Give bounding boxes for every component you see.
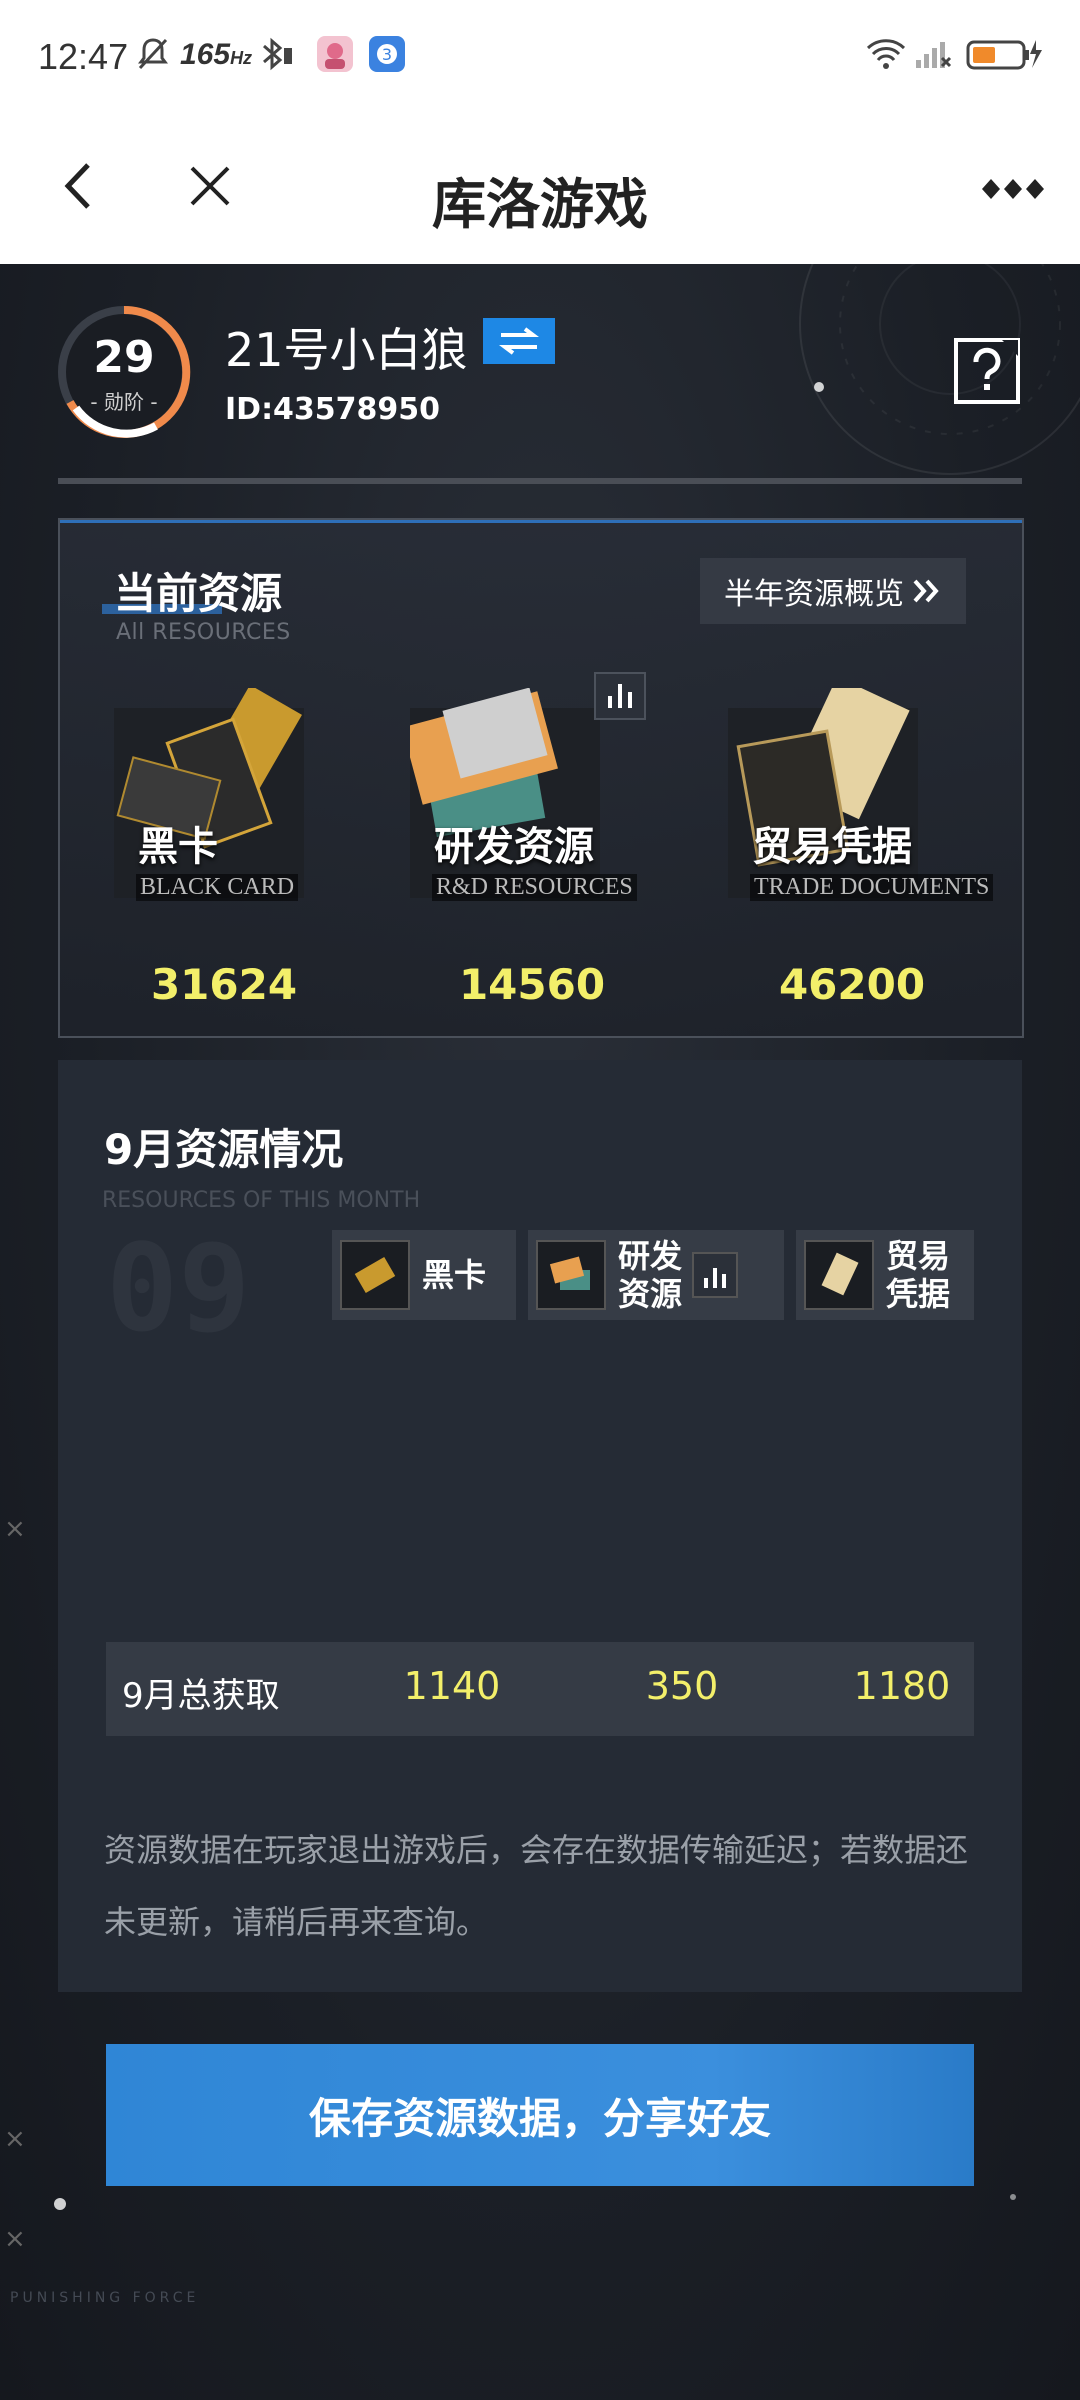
month-total-black-card: 1140: [403, 1664, 501, 1708]
player-id: ID:43578950: [225, 392, 441, 427]
trade-documents-en-label: TRADE DOCUMENTS: [750, 874, 994, 901]
rd-resource-label: 研发资源: [434, 824, 594, 870]
resource-card-black-card: 黑卡 BLACK CARD: [114, 688, 334, 918]
column-header-black-card: 黑卡: [332, 1230, 516, 1320]
signal-icon: [914, 34, 954, 74]
resource-page: × × × 29 - 勋阶 - 21号小白狼 ID:43578950 当前资源 …: [0, 264, 1080, 2400]
current-resources-subtitle: All RESOURCES: [116, 620, 291, 645]
status-time: 12:47: [38, 36, 129, 77]
month-total-row: 9月总获取 1140 350 1180: [106, 1642, 974, 1736]
refresh-rate: 165Hz: [180, 38, 253, 71]
month-total-rd: 350: [645, 1664, 719, 1708]
x-decoration: ×: [4, 2124, 26, 2154]
month-total-label: 9月总获取: [122, 1676, 280, 1716]
black-card-value: 31624: [150, 960, 298, 1009]
svg-text:3: 3: [382, 45, 392, 64]
resource-card-trade: 贸易凭据 TRADE DOCUMENTS: [728, 688, 998, 918]
more-button[interactable]: [978, 172, 1048, 206]
trade-documents-label: 贸易凭据: [752, 824, 912, 870]
overview-button-label: 半年资源概览: [724, 577, 904, 612]
footer-brand: PUNISHING FORCE: [10, 2290, 200, 2306]
battery-icon: [966, 34, 1042, 74]
star-decoration: [1010, 2194, 1016, 2200]
black-card-label: 黑卡: [138, 824, 218, 870]
wifi-icon: [864, 34, 908, 74]
rd-thumb-icon: [536, 1240, 606, 1310]
column-label: 研发 资源: [618, 1237, 683, 1313]
current-resources-panel: 当前资源 All RESOURCES 半年资源概览 黑卡 BLACK CARD …: [58, 518, 1024, 1038]
month-total-trade: 1180: [853, 1664, 951, 1708]
black-card-thumb-icon: [340, 1240, 410, 1310]
month-resources-title: 9月资源情况: [104, 1125, 344, 1174]
month-resources-subtitle: RESOURCES OF THIS MONTH: [102, 1188, 421, 1213]
player-nickname: 21号小白狼: [225, 323, 468, 377]
rd-resource-value: 14560: [458, 960, 606, 1009]
notification-app-icon: 3: [368, 34, 406, 74]
panel-accent-line: [60, 520, 1022, 523]
column-header-trade: 贸易 凭据: [796, 1230, 974, 1320]
star-decoration: [54, 2198, 66, 2210]
resource-card-rd: 研发资源 R&D RESOURCES: [410, 688, 670, 918]
rank-label: - 勋阶 -: [90, 390, 158, 414]
app-avatar-icon: [316, 34, 354, 74]
switch-account-button[interactable]: [483, 318, 555, 364]
data-delay-note: 资源数据在玩家退出游戏后，会存在数据传输延迟；若数据还未更新，请稍后再来查询。: [104, 1831, 969, 1941]
x-decoration: ×: [4, 2224, 26, 2254]
title-bar: 库洛游戏: [0, 112, 1080, 264]
column-label: 贸易 凭据: [886, 1237, 951, 1313]
rank-number: 29: [93, 332, 155, 383]
column-header-rd: 研发 资源: [528, 1230, 784, 1320]
month-resources-panel: 09 9月资源情况 RESOURCES OF THIS MONTH 黑卡 研发资…: [58, 1060, 1022, 2186]
trade-documents-value: 46200: [778, 960, 926, 1009]
swap-arrows-icon: [499, 327, 539, 355]
status-bar: 12:47 165Hz 3: [0, 0, 1080, 112]
mute-icon: [136, 34, 170, 74]
bar-chart-icon[interactable]: [692, 1252, 739, 1298]
double-chevron-right-icon: [913, 579, 939, 603]
x-decoration: ×: [4, 1514, 26, 1544]
star-decoration: [814, 382, 824, 392]
page-title: 库洛游戏: [432, 173, 648, 236]
bluetooth-icon: [256, 34, 296, 74]
column-label: 黑卡: [422, 1256, 487, 1294]
half-year-overview-button[interactable]: 半年资源概览: [700, 558, 966, 624]
save-share-button[interactable]: 保存资源数据，分享好友: [106, 2044, 974, 2186]
more-icon: [982, 179, 1044, 199]
help-icon[interactable]: [952, 338, 1022, 404]
black-card-en-label: BLACK CARD: [136, 874, 299, 901]
current-resources-title: 当前资源: [114, 569, 283, 618]
rd-resource-en-label: R&D RESOURCES: [432, 874, 637, 901]
trade-thumb-icon: [804, 1240, 874, 1310]
month-watermark: 09: [106, 1220, 251, 1359]
profile-divider: [58, 478, 1022, 484]
bar-chart-icon[interactable]: [594, 672, 646, 720]
